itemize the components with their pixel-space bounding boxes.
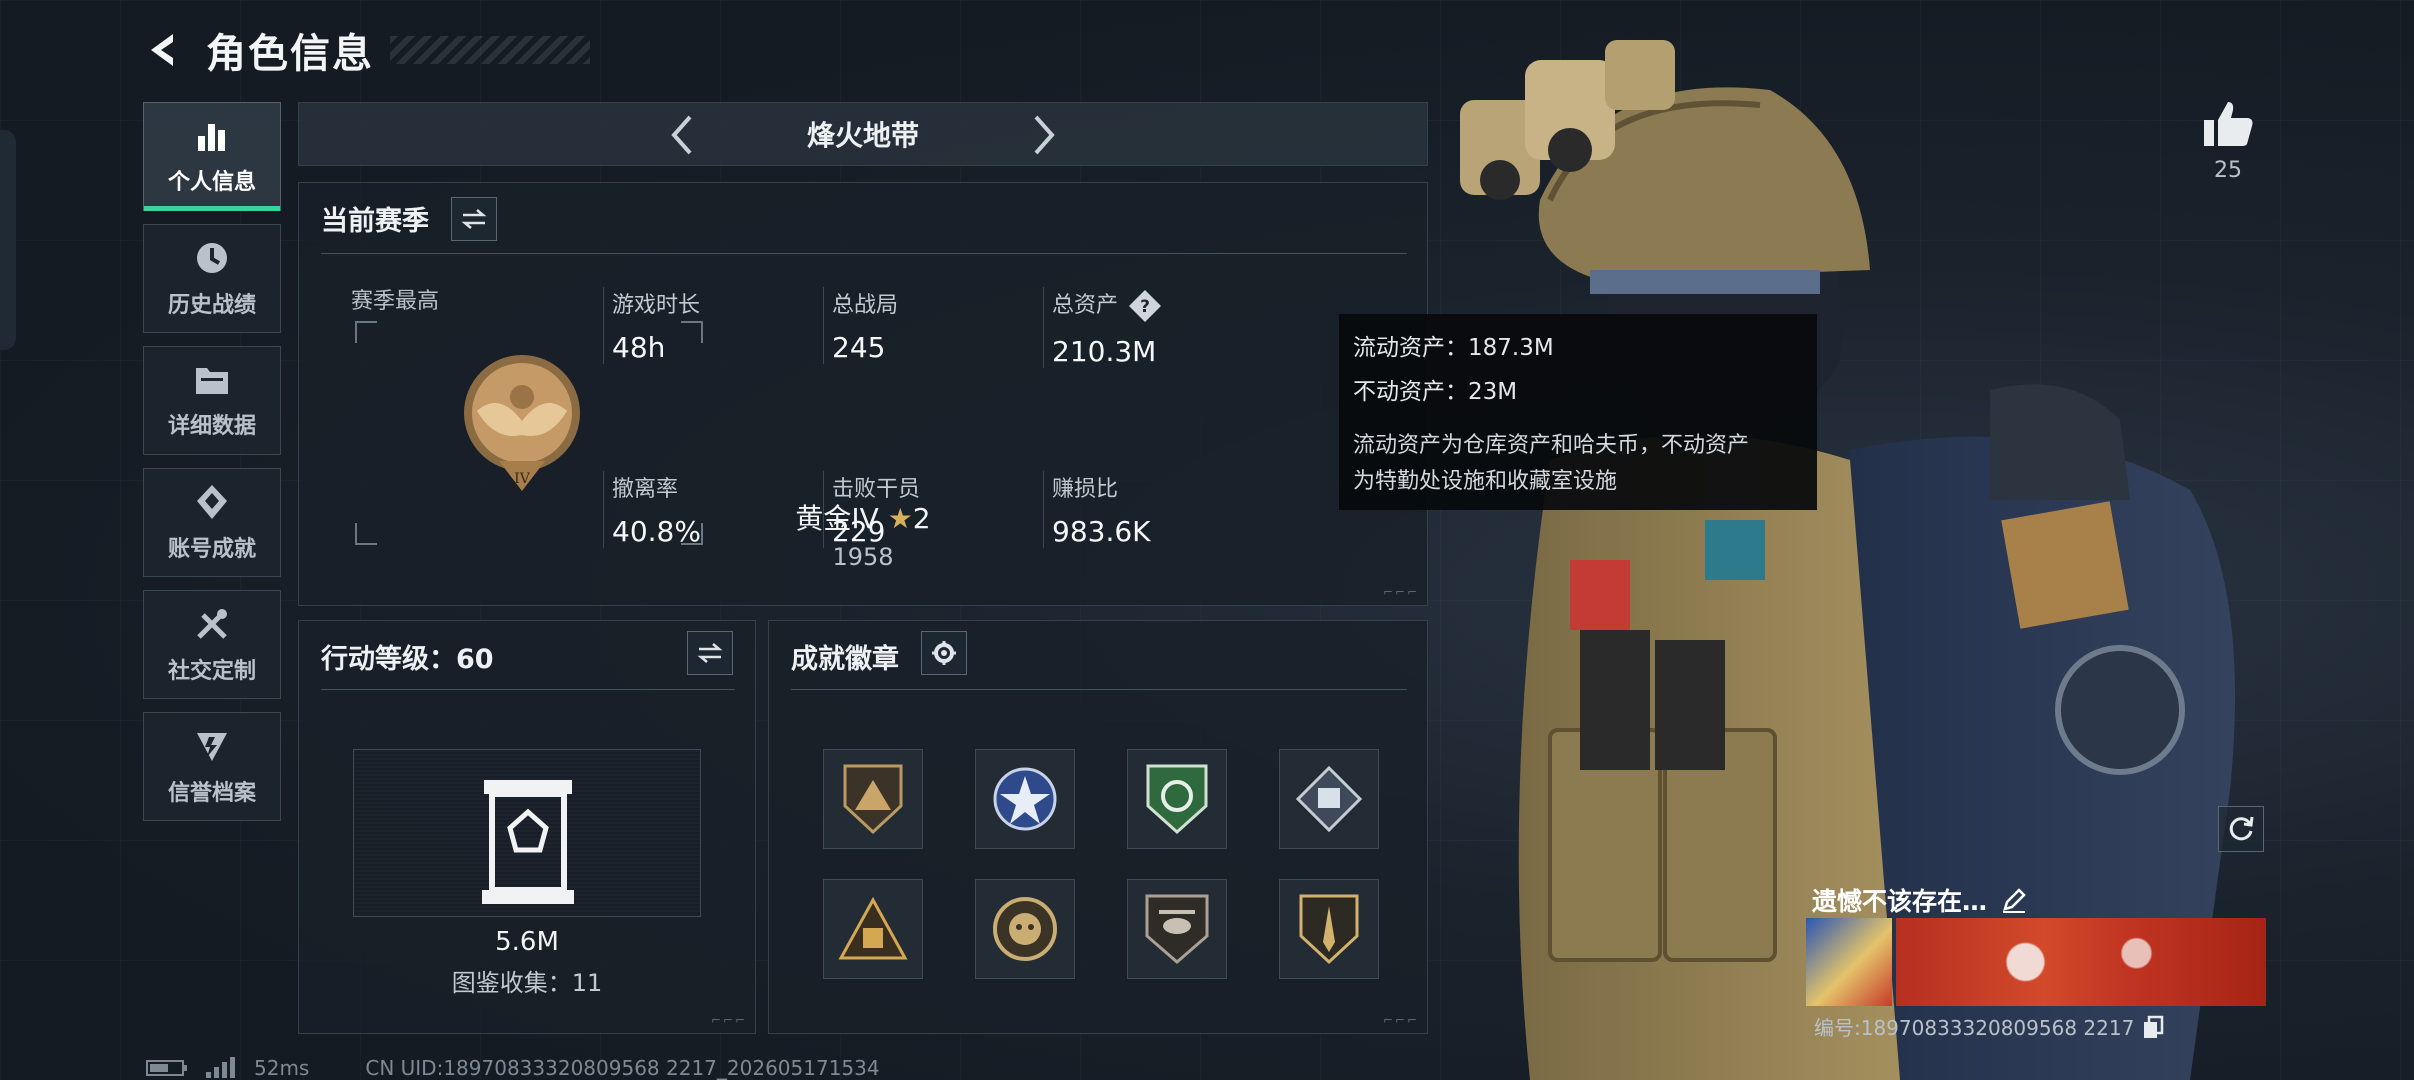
stat-total-matches: 总战局 245 [823, 287, 1043, 364]
season-switch-button[interactable] [451, 197, 497, 241]
sidebar-item-history[interactable]: 历史战绩 [143, 224, 281, 333]
badge-helicopter[interactable] [1127, 879, 1227, 979]
player-id: 编号:18970833320809568 2217 [1814, 1012, 2164, 1041]
page-header: 角色信息 [140, 22, 590, 78]
swap-icon [461, 209, 487, 229]
sidebar-item-social-custom[interactable]: 社交定制 [143, 590, 281, 699]
achievements-divider [791, 689, 1407, 690]
next-map-button[interactable] [1023, 113, 1067, 157]
stat-extraction-rate: 撤离率 40.8% [603, 471, 823, 548]
panel-corner-decoration: ⌐⌐⌐ [1382, 585, 1419, 599]
collection-case-icon [482, 780, 574, 904]
achievement-icon [197, 484, 227, 519]
sidebar-item-reputation[interactable]: 信誉档案 [143, 712, 281, 821]
sidebar-item-label: 历史战绩 [167, 292, 256, 318]
like-button[interactable] [2200, 96, 2256, 152]
refresh-icon [2229, 816, 2254, 841]
thumbs-up-icon [2204, 102, 2253, 146]
achievements-title: 成就徽章 [791, 644, 899, 675]
action-switch-button[interactable] [687, 631, 733, 675]
collection-value: 5.6M [495, 927, 559, 957]
achievement-badges-panel: 成就徽章 ⌐⌐⌐ [768, 620, 1428, 1034]
prev-map-button[interactable] [659, 113, 703, 157]
badge-blade-shield[interactable] [1279, 879, 1379, 979]
badge-green-crest[interactable] [1127, 749, 1227, 849]
help-icon[interactable]: ? [1128, 289, 1162, 323]
title-decoration [390, 36, 590, 64]
uid-text: CN UID:18970833320809568 2217_2026051715… [365, 1056, 880, 1080]
svg-text:IV: IV [514, 471, 531, 487]
sidebar-item-label: 详细数据 [167, 413, 256, 439]
rank-medal-icon: IV [464, 355, 580, 491]
sidebar-item-account-achievements[interactable]: 账号成就 [143, 468, 281, 577]
tooltip-fixed-assets: 不动资产：23M [1353, 379, 1518, 405]
panel-corner-decoration: ⌐⌐⌐ [1382, 1013, 1419, 1027]
status-bar: 52ms CN UID:18970833320809568 2217_20260… [146, 1056, 880, 1080]
sidebar-item-label: 账号成就 [167, 536, 256, 562]
page-title: 角色信息 [206, 31, 374, 77]
badge-star-shield[interactable] [975, 749, 1075, 849]
chevron-right-icon [1034, 115, 1055, 155]
action-divider [321, 689, 735, 690]
battery-icon [146, 1060, 187, 1076]
sidebar-item-label: 个人信息 [167, 169, 256, 195]
collection-display[interactable] [353, 749, 701, 917]
edge-handle [0, 130, 16, 350]
name-card-banner [1896, 918, 2266, 1006]
back-arrow-icon [151, 34, 173, 66]
assets-tooltip: 流动资产：187.3M 不动资产：23M 流动资产为仓库资产和哈夫币，不动资产 … [1339, 314, 1817, 510]
name-card[interactable] [1806, 918, 2266, 1006]
panel-corner-decoration: ⌐⌐⌐ [710, 1013, 747, 1027]
ping-value: 52ms [254, 1056, 310, 1080]
season-panel: 当前赛季 赛季最高 IV 黄金IV ★2 1958 游戏时长 48h 总战局 2… [298, 182, 1428, 606]
history-clock-icon [197, 242, 227, 273]
map-name: 烽火地带 [806, 119, 919, 152]
sidebar-item-label: 信誉档案 [167, 780, 256, 806]
chevron-left-icon [671, 115, 692, 155]
folder-icon [196, 367, 228, 394]
sidebar-item-detail-data[interactable]: 详细数据 [143, 346, 281, 455]
gear-icon [932, 641, 956, 665]
action-level-title: 行动等级：60 [321, 644, 494, 675]
refresh-button[interactable] [2218, 806, 2264, 852]
stat-operators-defeated: 击败干员 229 [823, 471, 1043, 548]
badge-round-mask[interactable] [975, 879, 1075, 979]
signal-icon [206, 1057, 235, 1078]
map-switcher: 烽火地带 [298, 102, 1428, 166]
tooltip-description-1: 流动资产为仓库资产和哈夫币，不动资产 [1353, 433, 1750, 458]
svg-text:?: ? [1140, 297, 1150, 317]
season-title: 当前赛季 [321, 206, 429, 237]
badge-mountain[interactable] [823, 749, 923, 849]
edit-pencil-icon[interactable] [2001, 887, 2027, 913]
swap-icon [697, 643, 723, 663]
sidebar-item-label: 社交定制 [167, 658, 256, 684]
tooltip-description-2: 为特勤处设施和收藏室设施 [1353, 469, 1618, 494]
back-button[interactable] [140, 27, 186, 73]
avatar [1806, 918, 1892, 1006]
stat-playtime: 游戏时长 48h [603, 287, 823, 364]
reputation-icon [197, 732, 227, 761]
stat-profit-ratio: 赚损比 983.6K [1043, 471, 1263, 548]
sidebar: 个人信息 历史战绩 详细数据 账号成就 社交定制 信誉档案 [143, 102, 281, 821]
badge-triangle-fist[interactable] [823, 879, 923, 979]
bar-chart-icon [198, 123, 225, 151]
player-name: 遗憾不该存在… [1812, 882, 2027, 918]
season-best-label: 赛季最高 [351, 289, 440, 314]
copy-icon[interactable] [2142, 1015, 2164, 1039]
tooltip-liquid-assets: 流动资产：187.3M [1353, 335, 1554, 361]
action-level-panel: 行动等级：60 5.6M 图鉴收集：11 ⌐⌐⌐ [298, 620, 756, 1034]
season-divider [321, 253, 1407, 254]
achievement-settings-button[interactable] [921, 631, 967, 675]
like-count: 25 [2214, 158, 2242, 183]
stat-total-assets: 总资产 ? 210.3M [1043, 287, 1263, 368]
sidebar-item-personal-info[interactable]: 个人信息 [143, 102, 281, 211]
badge-diamond-flag[interactable] [1279, 749, 1379, 849]
collection-count: 图鉴收集：11 [451, 969, 603, 997]
tools-icon [197, 608, 227, 639]
